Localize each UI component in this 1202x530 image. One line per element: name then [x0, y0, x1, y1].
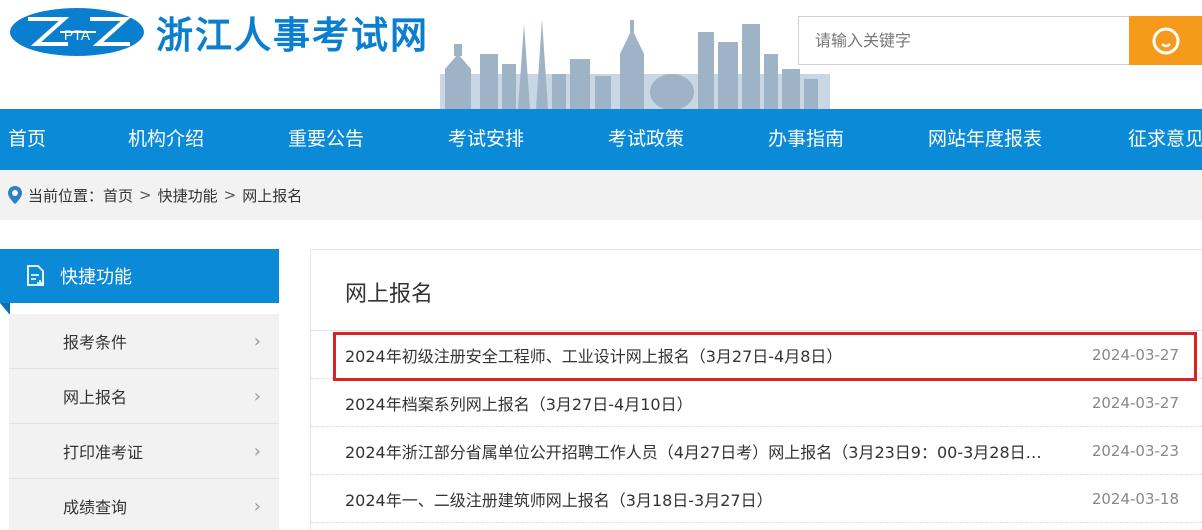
skyline-illustration — [440, 19, 830, 109]
location-pin-icon — [8, 186, 22, 204]
list-item[interactable]: 2024年初级注册安全工程师、工业设计网上报名（3月27日-4月8日） 2024… — [311, 331, 1202, 379]
sidebar-item-label: 网上报名 — [63, 388, 128, 407]
breadcrumb-home[interactable]: 首页 — [103, 185, 133, 206]
search-icon — [1152, 27, 1179, 54]
list-item-title[interactable]: 2024年初级注册安全工程师、工业设计网上报名（3月27日-4月8日） — [345, 343, 842, 367]
main-nav: 首页 机构介绍 重要公告 考试安排 考试政策 办事指南 网站年度报表 征求意见 — [0, 109, 1202, 170]
search-input[interactable] — [798, 16, 1130, 65]
list-item-title[interactable]: 2024年一、二级注册建筑师网上报名（3月18日-3月27日） — [345, 487, 773, 511]
svg-text:PTA: PTA — [64, 27, 91, 43]
document-add-icon — [27, 265, 44, 286]
sidebar-item-print-admission[interactable]: 打印准考证 › — [9, 424, 279, 479]
sidebar-item-online-registration[interactable]: 网上报名 › — [9, 369, 279, 424]
header: PTA 浙江人事考试网 — [0, 0, 1202, 109]
chevron-right-icon: › — [253, 440, 261, 462]
sidebar-item-score-query[interactable]: 成绩查询 › — [9, 479, 279, 530]
page-title: 网上报名 — [345, 282, 434, 307]
nav-item-guide[interactable]: 办事指南 — [768, 109, 844, 170]
site-title: 浙江人事考试网 — [156, 14, 429, 57]
sidebar-item-requirements[interactable]: 报考条件 › — [9, 314, 279, 369]
nav-item-exam-policy[interactable]: 考试政策 — [608, 109, 684, 170]
sidebar-title: 快捷功能 — [60, 267, 132, 288]
list-item-date: 2024-03-27 — [1091, 393, 1179, 412]
pta-logo-icon: PTA — [10, 8, 144, 56]
search-button[interactable] — [1129, 16, 1202, 65]
chevron-right-icon: › — [253, 495, 261, 517]
site-logo[interactable]: PTA 浙江人事考试网 — [8, 4, 429, 60]
nav-item-announcements[interactable]: 重要公告 — [288, 109, 364, 170]
nav-item-exam-schedule[interactable]: 考试安排 — [448, 109, 524, 170]
breadcrumb-separator: > — [223, 186, 237, 204]
breadcrumb: 当前位置： 首页 > 快捷功能 > 网上报名 — [8, 170, 302, 220]
sidebar-item-label: 打印准考证 — [63, 443, 144, 462]
list-item[interactable]: 2024年浙江部分省属单位公开招聘工作人员（4月27日考）网上报名（3月23日9… — [311, 427, 1202, 475]
chevron-right-icon: › — [253, 385, 261, 407]
nav-item-feedback[interactable]: 征求意见 — [1128, 109, 1202, 170]
main-panel: 网上报名 2024年初级注册安全工程师、工业设计网上报名（3月27日-4月8日）… — [310, 249, 1202, 530]
breadcrumb-shortcuts[interactable]: 快捷功能 — [158, 185, 218, 206]
sidebar-header: 快捷功能 — [0, 249, 279, 303]
nav-item-annual-report[interactable]: 网站年度报表 — [928, 109, 1042, 170]
breadcrumb-bar: 当前位置： 首页 > 快捷功能 > 网上报名 — [0, 170, 1202, 220]
list-item-title[interactable]: 2024年档案系列网上报名（3月27日-4月10日） — [345, 391, 693, 415]
list-item-date: 2024-03-27 — [1091, 345, 1179, 364]
breadcrumb-current[interactable]: 网上报名 — [242, 185, 302, 206]
breadcrumb-prefix: 当前位置： — [28, 186, 104, 205]
list-item-date: 2024-03-18 — [1091, 489, 1179, 508]
breadcrumb-separator: > — [139, 186, 152, 204]
list-item[interactable]: 2024年档案系列网上报名（3月27日-4月10日） 2024-03-27 — [311, 379, 1202, 427]
list-item-date: 2024-03-23 — [1091, 441, 1179, 460]
list-item-title[interactable]: 2024年浙江部分省属单位公开招聘工作人员（4月27日考）网上报名（3月23日9… — [345, 439, 1045, 463]
nav-item-about[interactable]: 机构介绍 — [128, 109, 204, 170]
news-list: 2024年初级注册安全工程师、工业设计网上报名（3月27日-4月8日） 2024… — [311, 331, 1202, 523]
list-item[interactable]: 2024年一、二级注册建筑师网上报名（3月18日-3月27日） 2024-03-… — [311, 475, 1202, 523]
nav-item-home[interactable]: 首页 — [8, 109, 46, 170]
chevron-right-icon: › — [253, 330, 261, 352]
sidebar-list: 报考条件 › 网上报名 › 打印准考证 › 成绩查询 › — [9, 314, 279, 530]
sidebar-item-label: 报考条件 — [63, 333, 128, 352]
sidebar-item-label: 成绩查询 — [63, 498, 128, 517]
